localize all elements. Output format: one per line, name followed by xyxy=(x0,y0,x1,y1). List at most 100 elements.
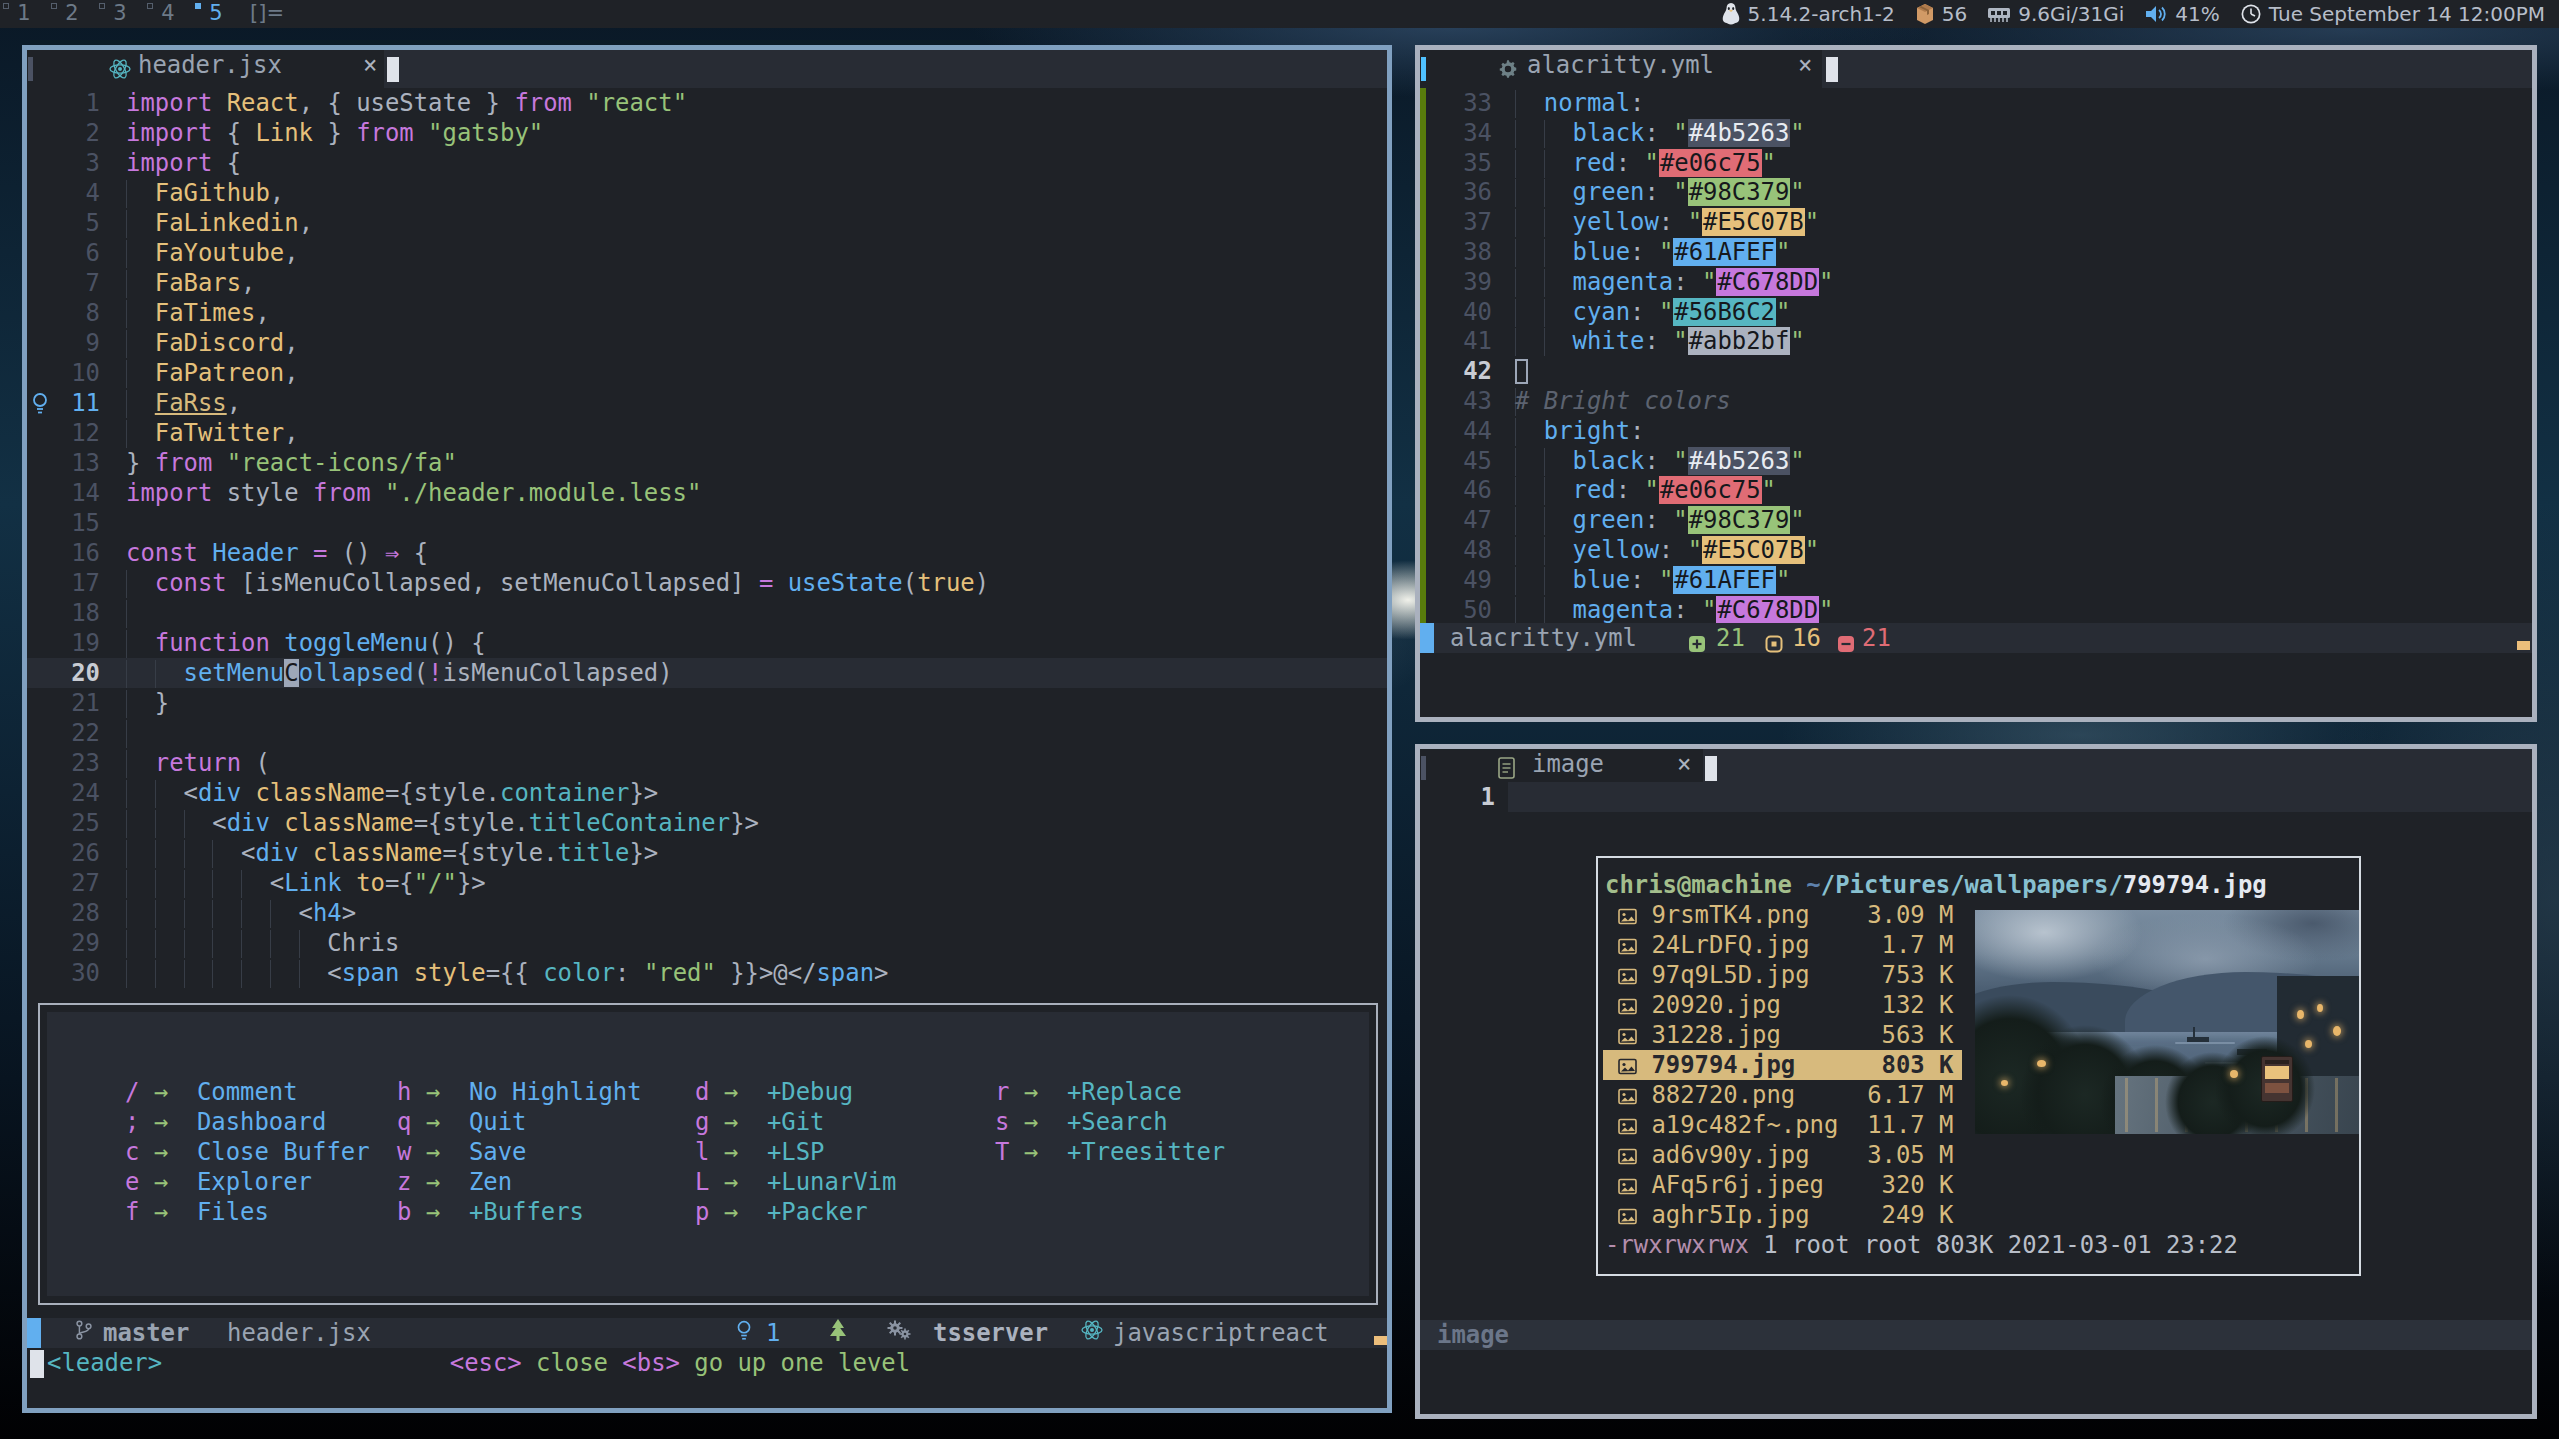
whichkey-binding[interactable]: l → +LSP xyxy=(695,1137,896,1167)
whichkey-binding[interactable]: f → Files xyxy=(125,1197,370,1227)
whichkey-binding[interactable]: / → Comment xyxy=(125,1077,370,1107)
binding-label: Files xyxy=(197,1198,269,1226)
line-number: 29 xyxy=(27,928,100,958)
image-file-icon xyxy=(1618,1171,1637,1199)
whichkey-binding[interactable]: T → +Treesitter xyxy=(995,1137,1225,1167)
whichkey-binding[interactable]: d → +Debug xyxy=(695,1077,896,1107)
whichkey-binding[interactable]: b → +Buffers xyxy=(397,1197,642,1227)
code-line: 41 white: "#abb2bf" xyxy=(1420,326,2532,356)
whichkey-binding[interactable]: ; → Dashboard xyxy=(125,1107,370,1137)
whichkey-binding[interactable]: q → Quit xyxy=(397,1107,642,1137)
image-file-icon xyxy=(1618,961,1637,989)
code-line: 45 black: "#4b5263" xyxy=(1420,446,2532,476)
line-number: 34 xyxy=(1420,118,1492,148)
file-row[interactable]: AFq5r6j.jpeg 320 K xyxy=(1618,1170,1953,1200)
tab-marker xyxy=(1421,756,1426,780)
tab-close-icon[interactable]: × xyxy=(1798,50,1812,80)
binding-label: +Debug xyxy=(767,1078,853,1106)
code-line: 12 FaTwitter, xyxy=(27,418,1387,448)
code-line: 10 FaPatreon, xyxy=(27,358,1387,388)
tab-alacritty-yml[interactable]: alacritty.yml × xyxy=(1420,50,1822,88)
bar-item: 56 xyxy=(1915,2,1967,26)
line-number: 33 xyxy=(1420,88,1492,118)
clock-icon xyxy=(2240,3,2262,25)
tab-title: header.jsx xyxy=(138,50,282,80)
terminal-cursor xyxy=(387,57,399,82)
arrow-icon: → xyxy=(411,1168,469,1196)
workspace-tag-5[interactable]: 5 xyxy=(192,0,240,28)
line-number: 21 xyxy=(27,688,100,718)
file-row[interactable]: 882720.png 6.17 M xyxy=(1618,1080,1953,1110)
statusline-marker xyxy=(1374,1336,1387,1345)
binding-label: No Highlight xyxy=(469,1078,642,1106)
binding-label: +Search xyxy=(1067,1108,1168,1136)
whichkey-binding[interactable]: p → +Packer xyxy=(695,1197,896,1227)
react-icon xyxy=(108,57,132,81)
bar-item: 5.14.2-arch1-2 xyxy=(1721,2,1895,26)
whichkey-binding[interactable]: L → +LunarVim xyxy=(695,1167,896,1197)
key: ; xyxy=(125,1108,139,1136)
statusline-filename: alacritty.yml xyxy=(1450,623,1637,653)
line-number: 27 xyxy=(27,868,100,898)
lightbulb-icon xyxy=(733,1318,755,1349)
tab-close-icon[interactable]: × xyxy=(363,50,377,80)
bar-item: 9.6Gi/31Gi xyxy=(1987,2,2124,26)
tab-header-jsx[interactable]: header.jsx × xyxy=(27,50,384,88)
git-removed-count: 21 xyxy=(1862,623,1891,653)
code-line: 39 magenta: "#C678DD" xyxy=(1420,267,2532,297)
prompt-file: 799794.jpg xyxy=(2123,871,2267,899)
code-line: 46 red: "#e06c75" xyxy=(1420,475,2532,505)
editor-window-left[interactable]: header.jsx × 1import React, { useState }… xyxy=(22,45,1392,1413)
workspace-tag-3[interactable]: 3 xyxy=(96,0,144,28)
binding-label: Zen xyxy=(469,1168,512,1196)
file-row[interactable]: 24LrDFQ.jpg 1.7 M xyxy=(1618,930,1953,960)
workspace-tag-1[interactable]: 1 xyxy=(0,0,48,28)
line-number: 12 xyxy=(27,418,100,448)
whichkey-popup: / → Comment; → Dashboardc → Close Buffer… xyxy=(38,1003,1378,1305)
file-row[interactable]: a19c482f~.png 11.7 M xyxy=(1618,1110,1953,1140)
arrow-icon: → xyxy=(411,1198,469,1226)
line-number: 5 xyxy=(27,208,100,238)
file-row[interactable]: 799794.jpg 803 K xyxy=(1618,1050,1953,1080)
whichkey-binding[interactable]: e → Explorer xyxy=(125,1167,370,1197)
whichkey-binding[interactable]: s → +Search xyxy=(995,1107,1225,1137)
whichkey-binding[interactable]: h → No Highlight xyxy=(397,1077,642,1107)
line-number: 17 xyxy=(27,568,100,598)
terminal-window-image[interactable]: image × 1 chris@machine ~/Pictures/wallp… xyxy=(1415,744,2537,1419)
file-row[interactable]: ad6v90y.jpg 3.05 M xyxy=(1618,1140,1953,1170)
arrow-icon: → xyxy=(411,1108,469,1136)
file-row[interactable]: 31228.jpg 563 K xyxy=(1618,1020,1953,1050)
file-row[interactable]: 97q9L5D.jpg 753 K xyxy=(1618,960,1953,990)
file-row[interactable]: 20920.jpg 132 K xyxy=(1618,990,1953,1020)
volume-icon xyxy=(2144,3,2168,25)
workspace-tag-4[interactable]: 4 xyxy=(144,0,192,28)
whichkey-binding[interactable]: w → Save xyxy=(397,1137,642,1167)
line-number: 22 xyxy=(27,718,100,748)
code-line: 47 green: "#98C379" xyxy=(1420,505,2532,535)
key: r xyxy=(995,1078,1009,1106)
workspace-tag-2[interactable]: 2 xyxy=(48,0,96,28)
whichkey-binding[interactable]: g → +Git xyxy=(695,1107,896,1137)
editor-window-right[interactable]: alacritty.yml × 33 normal:34 black: "#4b… xyxy=(1415,45,2537,722)
whichkey-binding[interactable]: c → Close Buffer xyxy=(125,1137,370,1167)
key: d xyxy=(695,1078,709,1106)
code-line: 34 black: "#4b5263" xyxy=(1420,118,2532,148)
file-row[interactable]: aghr5Ip.jpg 249 K xyxy=(1618,1200,1953,1230)
line-number: 7 xyxy=(27,268,100,298)
gear-icon xyxy=(1497,57,1521,81)
key: e xyxy=(125,1168,139,1196)
tab-title: image xyxy=(1532,749,1604,779)
tab-close-icon[interactable]: × xyxy=(1677,749,1691,779)
statusline-marker xyxy=(2517,641,2530,650)
terminal-cursor xyxy=(1705,756,1717,781)
right-statusline: alacritty.yml 21 16 21 xyxy=(1420,623,2532,653)
binding-label: +Treesitter xyxy=(1067,1138,1225,1166)
line-number: 1 xyxy=(1420,782,1495,812)
git-branch-icon xyxy=(73,1318,95,1349)
line-number: 25 xyxy=(27,808,100,838)
bar-item: Tue September 14 12:00PM xyxy=(2240,2,2545,26)
whichkey-binding[interactable]: r → +Replace xyxy=(995,1077,1225,1107)
whichkey-binding[interactable]: z → Zen xyxy=(397,1167,642,1197)
file-row[interactable]: 9rsmTK4.png 3.09 M xyxy=(1618,900,1953,930)
binding-label: Comment xyxy=(197,1078,298,1106)
